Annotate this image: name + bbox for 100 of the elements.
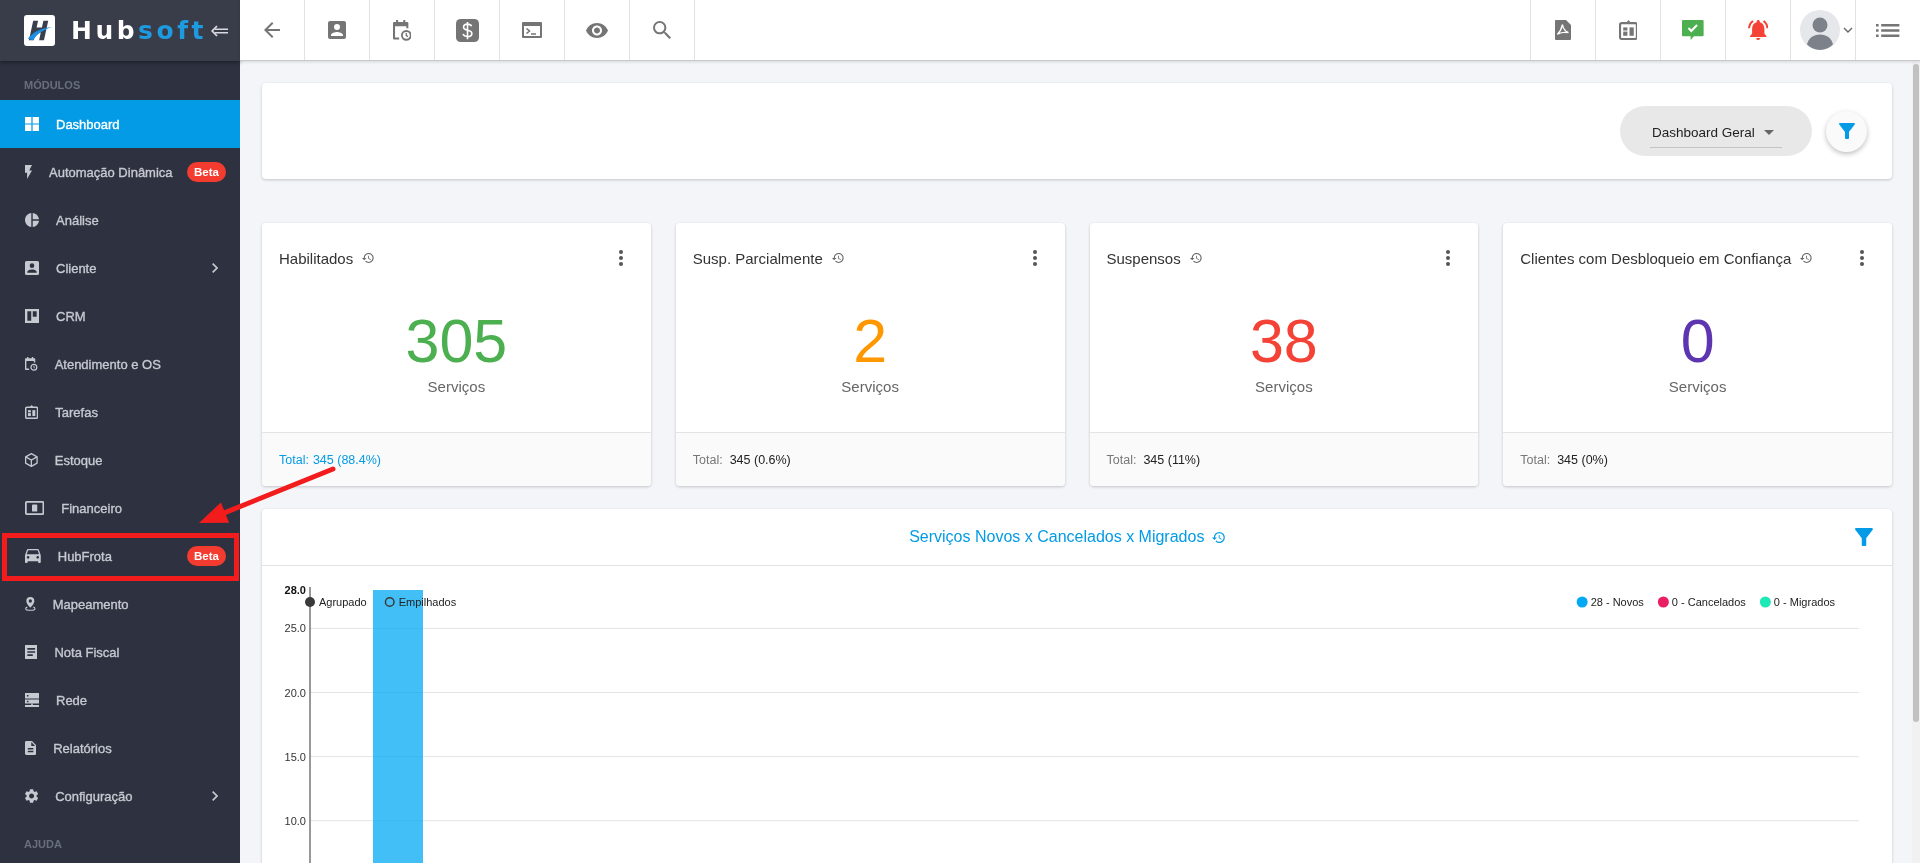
terminal-icon[interactable] [522,22,542,38]
scrollbar-thumb[interactable] [1913,64,1919,722]
dashboard-select[interactable]: Dashboard Geral [1620,106,1812,156]
legend-label[interactable]: 0 - Migrados [1773,596,1835,608]
history-icon [1189,253,1202,263]
sidebar-item[interactable]: Atendimento e OS [0,340,240,388]
section-heading: MÓDULOS [23,78,82,93]
beta-badge: Beta [187,162,226,182]
schedule-button[interactable] [370,0,435,60]
total-value: 345 (0.6%) [729,452,791,467]
dollar-icon[interactable] [455,18,479,42]
search-button[interactable] [630,0,695,60]
axis-tick-label: 25.0 [284,622,306,635]
history-icon [362,253,375,263]
legend-label[interactable]: 0 - Cancelados [1671,596,1746,608]
pdf-file-icon[interactable] [1555,20,1571,40]
banknote-icon [25,501,45,515]
user-menu-button[interactable] [1790,0,1855,60]
pdf-button[interactable] [1530,0,1595,60]
total-value: 345 (0%) [1557,452,1608,467]
menu-icon[interactable] [1876,23,1900,37]
sidebar-item[interactable]: Automação Dinâmica Beta [0,148,240,196]
three-dots-icon[interactable] [1446,250,1451,266]
bolt-icon [25,165,32,179]
radio-label[interactable]: Agrupado [319,596,367,608]
axis-tick-label: 10.0 [284,814,306,827]
bell-icon[interactable] [1747,20,1769,40]
board-icon [25,309,39,323]
chat-check-icon[interactable] [1682,20,1704,40]
axis-tick-label: 28.0 [284,584,306,596]
back-arrow-icon[interactable] [264,22,280,38]
contact-card-icon[interactable] [328,21,346,39]
card-title: Suspensos [1106,249,1181,267]
radio-icon[interactable] [384,596,395,608]
signboard-icon[interactable] [1618,20,1638,40]
total-label: Total: [692,452,723,467]
three-dots-icon[interactable] [1860,250,1864,266]
avatar-icon[interactable] [1799,10,1840,50]
card-title: Habilitados [279,249,354,267]
filter-icon[interactable] [1838,123,1855,139]
view-button[interactable] [565,0,630,60]
car-icon [25,549,41,563]
history-icon [1800,253,1813,263]
stat-value: 2 [853,307,888,375]
sidebar-item[interactable]: HubFrota Beta [0,532,240,580]
map-pin-icon [25,597,36,611]
file-icon [25,741,37,755]
sidebar-item[interactable]: Tarefas [0,388,240,436]
sidebar-item[interactable]: Nota Fiscal [0,628,240,676]
dropdown-caret-icon[interactable] [1764,130,1774,135]
finance-button[interactable] [435,0,500,60]
radio-icon[interactable] [305,597,315,607]
caret-down-icon[interactable] [1842,27,1853,33]
sidebar-item[interactable]: CRM [0,292,240,340]
messages-button[interactable] [1660,0,1725,60]
section-heading: AJUDA [23,837,63,852]
notifications-button[interactable] [1725,0,1790,60]
board-button[interactable] [1595,0,1660,60]
search-icon[interactable] [653,21,671,39]
history-icon [831,253,845,263]
pie-chart-icon [25,213,39,227]
signboard-icon [25,405,39,419]
chart-filter-button[interactable] [1855,528,1873,546]
calendar-clock-icon[interactable] [392,19,412,41]
eye-icon[interactable] [586,22,608,38]
cube-icon [25,453,38,467]
three-dots-icon[interactable] [618,250,623,266]
total-value: 345 (88.4%) [312,452,381,467]
axis-tick-label: 20.0 [284,686,306,699]
stat-value: 305 [405,307,508,375]
sidebar-item[interactable]: Financeiro [0,484,240,532]
stat-unit: Serviços [1668,377,1727,397]
legend-label[interactable]: 28 - Novos [1590,596,1644,608]
sidebar-item[interactable]: Estoque [0,436,240,484]
total-label: Total: [1106,452,1137,467]
sidebar-item[interactable]: Análise [0,196,240,244]
stat-value: 38 [1249,307,1318,375]
server-icon [25,693,39,707]
contacts-button[interactable] [305,0,370,60]
three-dots-icon[interactable] [1032,250,1037,266]
sidebar-item[interactable]: Rede [0,676,240,724]
total-label: Total: [1520,452,1551,467]
total-value: 345 (11%) [1143,452,1201,467]
collapse-menu-button[interactable] [211,24,228,37]
total-label: Total: [279,452,309,467]
sidebar-item[interactable]: Cliente [0,244,240,292]
sidebar-item[interactable]: Mapeamento [0,580,240,628]
filter-button[interactable] [1826,110,1867,152]
sidebar-item[interactable]: Relatórios [0,724,240,772]
grid-icon [25,117,39,131]
logo-icon [24,15,55,46]
sidebar-item[interactable]: Configuração [0,772,240,820]
menu-button[interactable] [1855,0,1920,60]
document-icon [25,645,38,659]
history-icon [1212,531,1226,543]
axis-tick-label: 15.0 [284,750,306,763]
stat-unit: Serviços [841,377,899,397]
stat-unit: Serviços [427,377,486,397]
terminal-button[interactable] [500,0,565,60]
card-title: Clientes com Desbloqueio em Confiança [1520,249,1792,267]
